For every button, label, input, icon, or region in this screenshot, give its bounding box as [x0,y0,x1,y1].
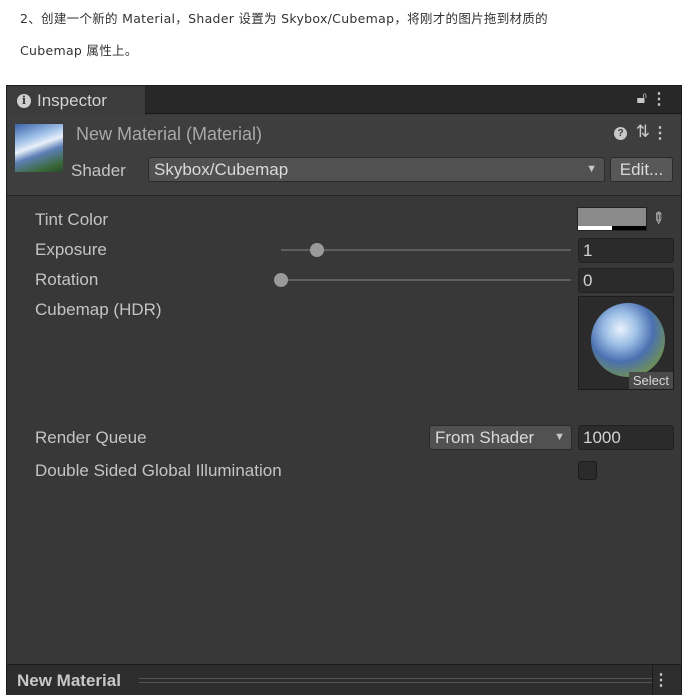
tab-inspector[interactable]: i Inspector [7,86,146,115]
info-icon: i [17,93,31,108]
tab-kebab-menu-icon[interactable]: ⋮ [651,89,667,109]
material-thumbnail [15,124,63,172]
eyedropper-icon[interactable]: ✎ [647,207,669,229]
cubemap-texture-slot[interactable]: Select [578,296,674,390]
material-header: New Material (Material) ? ⇅ ⋮ Shader Sky… [7,115,681,196]
tab-inspector-label: Inspector [37,90,107,110]
rotation-slider-track[interactable] [281,279,571,281]
exposure-slider-thumb[interactable] [310,243,325,257]
double-sided-gi-label: Double Sided Global Illumination [35,461,282,480]
exposure-label: Exposure [35,240,107,259]
rotation-label: Rotation [35,270,99,289]
chevron-down-icon: ▼ [554,431,565,443]
rotation-slider-thumb[interactable] [274,273,288,287]
inspector-window: i Inspector 🔓︎ ⋮ New Material (Material)… [6,85,682,695]
render-queue-label: Render Queue [35,428,147,447]
shader-label: Shader [71,161,126,180]
help-icon[interactable]: ? [614,127,627,140]
preview-footer-bar[interactable]: New Material ⋮ [7,664,681,695]
footer-kebab-menu-icon[interactable]: ⋮ [653,670,669,690]
tint-color-swatch[interactable] [577,207,647,231]
edit-shader-button[interactable]: Edit... [610,157,673,182]
article-line-1: 2、创建一个新的 Material，Shader 设置为 Skybox/Cube… [20,11,548,26]
cubemap-preview-image [591,303,665,377]
render-queue-dropdown-value: From Shader [435,428,535,447]
drag-handle[interactable] [139,678,653,683]
cubemap-label: Cubemap (HDR) [35,300,162,319]
chevron-down-icon: ▼ [586,163,597,175]
alpha-bar-black [612,226,646,230]
lock-icon[interactable]: 🔓︎ [637,90,647,108]
cubemap-select-button[interactable]: Select [628,372,673,389]
rotation-field[interactable]: 0 [578,268,674,293]
presets-icon[interactable]: ⇅ [636,122,650,142]
preview-title: New Material [17,671,121,690]
tab-bar: i Inspector 🔓︎ ⋮ [7,86,681,115]
exposure-slider-track[interactable] [281,249,571,251]
article-line-2: Cubemap 属性上。 [20,43,138,58]
exposure-field[interactable]: 1 [578,238,674,263]
shader-dropdown-value: Skybox/Cubemap [154,160,289,179]
render-queue-field[interactable]: 1000 [578,425,674,450]
render-queue-dropdown[interactable]: From Shader ▼ [429,425,572,450]
shader-dropdown[interactable]: Skybox/Cubemap ▼ [148,157,605,182]
material-title: New Material (Material) [76,124,263,144]
tint-color-label: Tint Color [35,210,109,229]
header-kebab-menu-icon[interactable]: ⋮ [652,123,668,143]
alpha-bar-white [578,226,612,230]
double-sided-gi-checkbox[interactable] [578,461,597,480]
